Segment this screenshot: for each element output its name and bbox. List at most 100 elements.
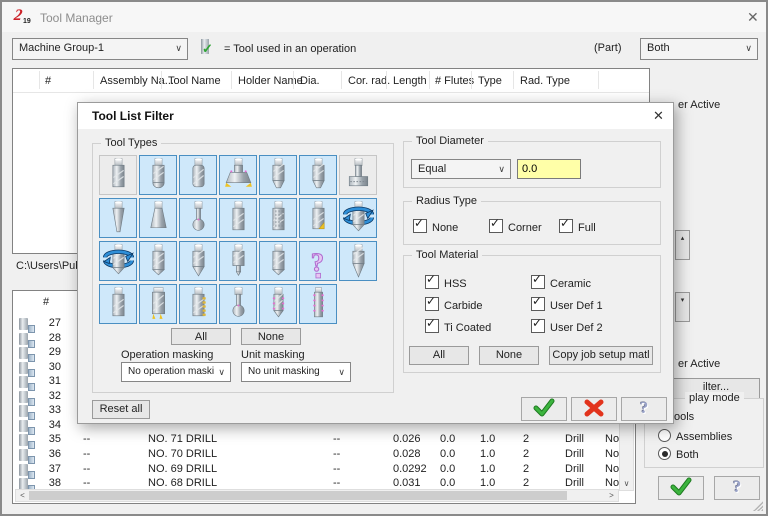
material-userdef1-checkbox[interactable]: ✓ User Def 1 [531, 294, 603, 312]
dialog-help-button[interactable]: ? [621, 397, 667, 421]
column-header-length[interactable]: Length [393, 75, 427, 87]
part-filter-combobox[interactable]: Both ∨ [640, 38, 758, 60]
spot-drill-icon[interactable] [139, 241, 177, 281]
main-help-button[interactable]: ? [714, 476, 760, 500]
lollipop-2-icon[interactable] [219, 284, 257, 324]
cell-assembly: -- [83, 462, 91, 475]
column-header-tool-name[interactable]: Tool Name [168, 75, 221, 87]
row-number: 35 [48, 433, 61, 446]
dialog-ok-button[interactable] [521, 397, 567, 421]
diameter-value-field[interactable] [517, 159, 581, 179]
rad-mill-icon[interactable] [259, 155, 297, 195]
shell-mill-icon[interactable] [139, 284, 177, 324]
scroll-down-icon[interactable]: ∨ [620, 478, 633, 489]
cell-dia: 0.0292 [393, 462, 427, 475]
material-none-button[interactable]: None [479, 346, 539, 365]
column-header-cor-rad-[interactable]: Cor. rad. [348, 75, 390, 87]
thread-mill-icon[interactable] [179, 284, 217, 324]
material-ceramic-checkbox[interactable]: ✓ Ceramic [531, 272, 591, 290]
cell-name: NO. 68 DRILL [148, 477, 218, 490]
green-check-icon [533, 398, 555, 417]
reamer-icon[interactable] [259, 198, 297, 238]
material-carbide-checkbox[interactable]: ✓ Carbide [425, 294, 483, 312]
material-all-button[interactable]: All [409, 346, 469, 365]
rotary-tool-2-icon[interactable] [99, 241, 137, 281]
bull-endmill-icon[interactable] [179, 155, 217, 195]
sphere-endmill-icon[interactable] [139, 155, 177, 195]
reset-all-button[interactable]: Reset all [92, 400, 150, 419]
cell-cor: 0.0 [440, 477, 456, 490]
hscroll-thumb[interactable] [29, 491, 567, 500]
column-header--[interactable]: # [45, 75, 51, 87]
dialog-close-icon[interactable]: ✕ [653, 108, 664, 124]
thread-tap-icon[interactable] [299, 284, 337, 324]
part-label: (Part) [594, 42, 622, 54]
scroll-left-icon[interactable]: < [17, 490, 28, 501]
bore-bar-icon[interactable] [299, 198, 337, 238]
material-ticoated-checkbox[interactable]: ✓ Ti Coated [425, 316, 491, 334]
tooltypes-none-button[interactable]: None [241, 328, 301, 345]
window-close-icon[interactable]: ✕ [747, 9, 759, 26]
dove-mill-icon[interactable] [139, 198, 177, 238]
countersink-icon[interactable] [259, 241, 297, 281]
chamfer-mill-icon[interactable] [299, 155, 337, 195]
drill-icon[interactable] [179, 241, 217, 281]
column-header-dia-[interactable]: Dia. [300, 75, 320, 87]
ok-button[interactable] [658, 476, 704, 500]
material-userdef2-checkbox[interactable]: ✓ User Def 2 [531, 316, 603, 334]
diameter-operator-combobox[interactable]: Equal ∨ [411, 159, 511, 179]
tooltypes-all-button[interactable]: All [171, 328, 231, 345]
column-header-assembly-na-[interactable]: Assembly Na... [100, 75, 174, 87]
column-header--flutes[interactable]: # Flutes [435, 75, 474, 87]
cell-len: 1.0 [480, 433, 496, 446]
point-drill-icon[interactable] [339, 241, 377, 281]
window-title: Tool Manager [40, 11, 113, 25]
rotary-tool-icon[interactable] [339, 198, 377, 238]
unit-masking-combobox[interactable]: No unit masking ∨ [241, 362, 351, 382]
partial-right-button-2[interactable]: ▾ [675, 292, 690, 322]
header-separator [513, 71, 514, 89]
scroll-right-icon[interactable]: > [606, 490, 617, 501]
row-number: 30 [48, 360, 61, 373]
endmill-icon[interactable] [99, 284, 137, 324]
slot-mill-icon[interactable] [339, 155, 377, 195]
mini-tool-icon [19, 434, 35, 450]
row-number: 38 [48, 477, 61, 490]
flat-endmill-icon[interactable] [99, 155, 137, 195]
mini-tool-icon [19, 361, 35, 377]
taper-mill-icon[interactable] [99, 198, 137, 238]
column-header-type[interactable]: Type [478, 75, 502, 87]
radius-full-checkbox[interactable]: ✓ Full [559, 216, 596, 234]
face-mill-icon[interactable] [219, 155, 257, 195]
radius-corner-checkbox[interactable]: ✓ Corner [489, 216, 542, 234]
material-hss-checkbox[interactable]: ✓ HSS [425, 272, 467, 290]
tools-radio-label[interactable]: ools [674, 411, 694, 423]
dialog-cancel-button[interactable] [571, 397, 617, 421]
tap-icon[interactable] [259, 284, 297, 324]
copy-job-setup-matl-button[interactable]: Copy job setup matl [549, 346, 653, 365]
cell-dia: 0.031 [393, 477, 421, 490]
header-separator [293, 71, 294, 89]
undefined-tool-icon[interactable]: ? [299, 241, 337, 281]
radius-none-checkbox[interactable]: ✓ None [413, 216, 458, 234]
library-header-num: # [43, 296, 50, 308]
lollipop-mill-icon[interactable] [179, 198, 217, 238]
assemblies-radio[interactable]: Assemblies [658, 429, 732, 443]
column-header-rad-type[interactable]: Rad. Type [520, 75, 570, 87]
resize-grip[interactable] [753, 501, 763, 511]
header-separator [341, 71, 342, 89]
library-hscrollbar[interactable]: < > [15, 489, 619, 502]
header-separator [386, 71, 387, 89]
cell-holder: -- [333, 433, 341, 446]
partial-right-button-1[interactable]: ▴ [675, 230, 690, 260]
machine-group-combobox[interactable]: Machine Group-1 ∨ [12, 38, 188, 60]
tool-list-table-header: # Assembly Na... Tool Name Holder Name Dia. C… [13, 69, 649, 93]
mini-tool-icon [19, 448, 35, 464]
pencil-mill-icon[interactable] [219, 198, 257, 238]
green-check-icon [670, 477, 692, 496]
center-drill-icon[interactable] [219, 241, 257, 281]
operation-masking-combobox[interactable]: No operation masking ∨ [121, 362, 231, 382]
both-radio[interactable]: Both [658, 447, 699, 461]
chevron-down-icon: ∨ [218, 367, 225, 377]
header-separator [429, 71, 430, 89]
